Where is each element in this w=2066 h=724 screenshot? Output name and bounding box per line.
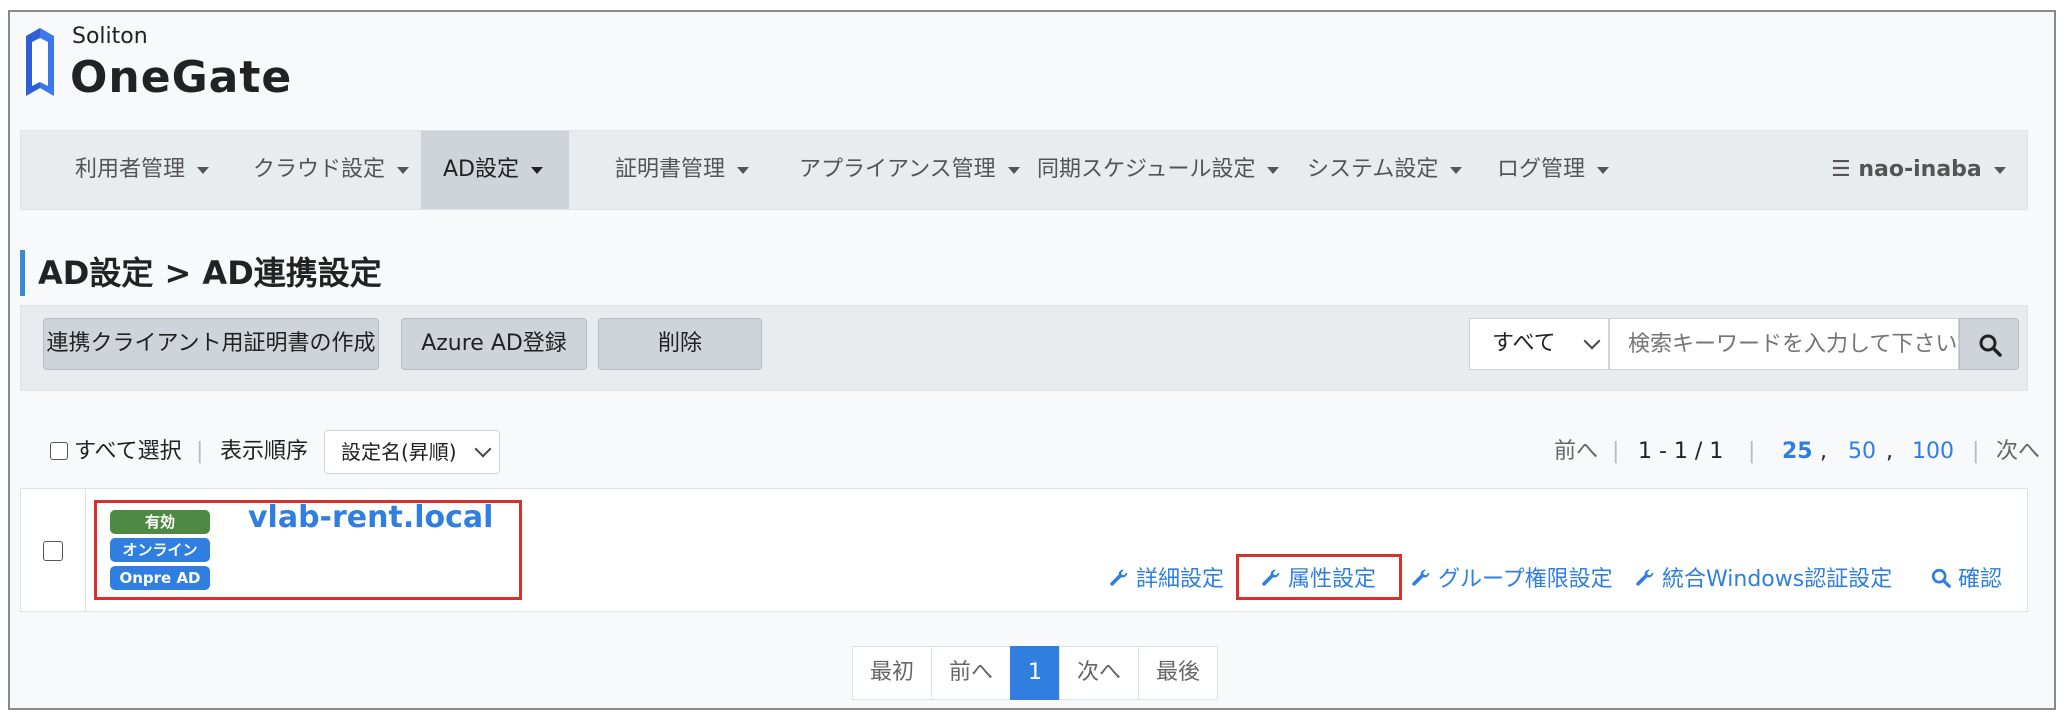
comma-separator: , (1820, 439, 1827, 464)
status-badge-enabled: 有効 (110, 510, 210, 534)
action-label: 属性設定 (1288, 567, 1377, 592)
wrench-icon (1262, 569, 1280, 586)
type-badge-onpre-ad: Onpre AD (110, 566, 210, 590)
nav-appliance-management[interactable]: アプライアンス管理 (777, 131, 1042, 209)
select-all-checkbox[interactable] (50, 442, 68, 460)
chevron-down-icon (1583, 332, 1601, 350)
caret-down-icon (531, 166, 543, 174)
sort-label: 表示順序 (220, 439, 309, 464)
pagination-current[interactable]: 1 (1010, 646, 1060, 700)
separator: | (1972, 439, 1980, 464)
wrench-icon (1636, 569, 1654, 586)
row-checkbox[interactable] (43, 541, 63, 561)
sort-order-select[interactable]: 設定名(昇順) (324, 430, 500, 474)
nav-label: AD設定 (443, 157, 519, 182)
logo-brand-small: Soliton (72, 24, 148, 49)
search-icon (1979, 334, 2002, 357)
confirm-link[interactable]: 確認 (1930, 562, 2002, 598)
nav-user-menu[interactable]: ☰ nao-inaba (1809, 131, 2028, 209)
delete-button[interactable]: 削除 (598, 318, 762, 370)
select-all-label: すべて選択 (74, 439, 182, 464)
nav-label: 利用者管理 (75, 157, 186, 182)
pagination-first[interactable]: 最初 (852, 646, 932, 700)
search-input[interactable] (1609, 318, 1959, 370)
title-accent-bar (20, 250, 25, 296)
pagination-prev[interactable]: 前へ (931, 646, 1011, 700)
wrench-icon (1110, 569, 1128, 586)
domain-name-link[interactable]: vlab-rent.local (248, 500, 493, 535)
nav-label: ログ管理 (1497, 157, 1586, 182)
action-toolbar: 連携クライアント用証明書の作成 Azure AD登録 削除 すべて (20, 305, 2028, 391)
logo-brand-name: OneGate (70, 52, 293, 103)
nav-label: 同期スケジュール設定 (1037, 157, 1256, 182)
caret-down-icon (1993, 166, 2006, 174)
caret-down-icon (397, 166, 410, 174)
chevron-down-icon (474, 440, 492, 458)
page-size-25[interactable]: 25 (1782, 432, 1813, 472)
action-label: グループ権限設定 (1438, 567, 1613, 592)
caret-down-icon (737, 166, 750, 174)
separator: | (1612, 439, 1620, 464)
main-navbar: 利用者管理 クラウド設定 AD設定 証明書管理 アプライアンス管理 同期スケジュ… (20, 130, 2028, 210)
separator: | (1748, 439, 1756, 464)
detail-settings-link[interactable]: 詳細設定 (1108, 562, 1224, 598)
wrench-icon (1412, 569, 1430, 586)
nav-label: 証明書管理 (615, 157, 726, 182)
nav-log-management[interactable]: ログ管理 (1475, 131, 1631, 209)
caret-down-icon (197, 166, 210, 174)
page-size-50[interactable]: 50 (1848, 432, 1876, 472)
select-all-control[interactable]: すべて選択 (50, 432, 182, 472)
result-range: 1 - 1 / 1 (1638, 439, 1724, 464)
azure-ad-register-button[interactable]: Azure AD登録 (401, 318, 587, 370)
caret-down-icon (1267, 166, 1280, 174)
onegate-logo-icon (26, 28, 54, 96)
page-size-100[interactable]: 100 (1912, 432, 1954, 472)
nav-label: アプライアンス管理 (799, 157, 996, 182)
nav-certificate-management[interactable]: 証明書管理 (593, 131, 771, 209)
pagination-next[interactable]: 次へ (1059, 646, 1139, 700)
status-badge-online: オンライン (110, 538, 210, 562)
prev-page-link[interactable]: 前へ (1554, 432, 1598, 472)
sort-value: 設定名(昇順) (341, 440, 457, 464)
nav-cloud-settings[interactable]: クラウド設定 (231, 131, 431, 209)
nav-sync-schedule[interactable]: 同期スケジュール設定 (1015, 131, 1301, 209)
integrated-windows-auth-link[interactable]: 統合Windows認証設定 (1634, 562, 1892, 598)
nav-system-settings[interactable]: システム設定 (1285, 131, 1484, 209)
caret-down-icon (1450, 166, 1463, 174)
nav-label: クラウド設定 (253, 157, 386, 182)
attribute-settings-link[interactable]: 属性設定 (1260, 562, 1376, 598)
action-label: 確認 (1958, 567, 2003, 592)
group-permission-settings-link[interactable]: グループ権限設定 (1410, 562, 1613, 598)
page-title: AD設定 > AD連携設定 (38, 254, 382, 292)
next-page-link[interactable]: 次へ (1996, 432, 2040, 472)
filter-value: すべて (1492, 331, 1556, 356)
separator: | (196, 439, 204, 464)
search-button[interactable] (1959, 318, 2019, 370)
action-label: 統合Windows認証設定 (1662, 567, 1893, 592)
create-client-cert-button[interactable]: 連携クライアント用証明書の作成 (43, 318, 379, 370)
nav-ad-settings[interactable]: AD設定 (421, 131, 569, 209)
search-filter-select[interactable]: すべて (1469, 318, 1609, 370)
caret-down-icon (1597, 166, 1610, 174)
user-name: ☰ nao-inaba (1831, 157, 1982, 182)
row-checkbox-cell (21, 489, 86, 611)
logo[interactable]: Soliton OneGate (22, 18, 291, 108)
pagination-last[interactable]: 最後 (1138, 646, 1218, 700)
search-icon (1931, 568, 1951, 588)
nav-label: システム設定 (1307, 157, 1439, 182)
comma-separator: , (1886, 439, 1893, 464)
nav-user-management[interactable]: 利用者管理 (53, 131, 231, 209)
action-label: 詳細設定 (1136, 567, 1225, 592)
